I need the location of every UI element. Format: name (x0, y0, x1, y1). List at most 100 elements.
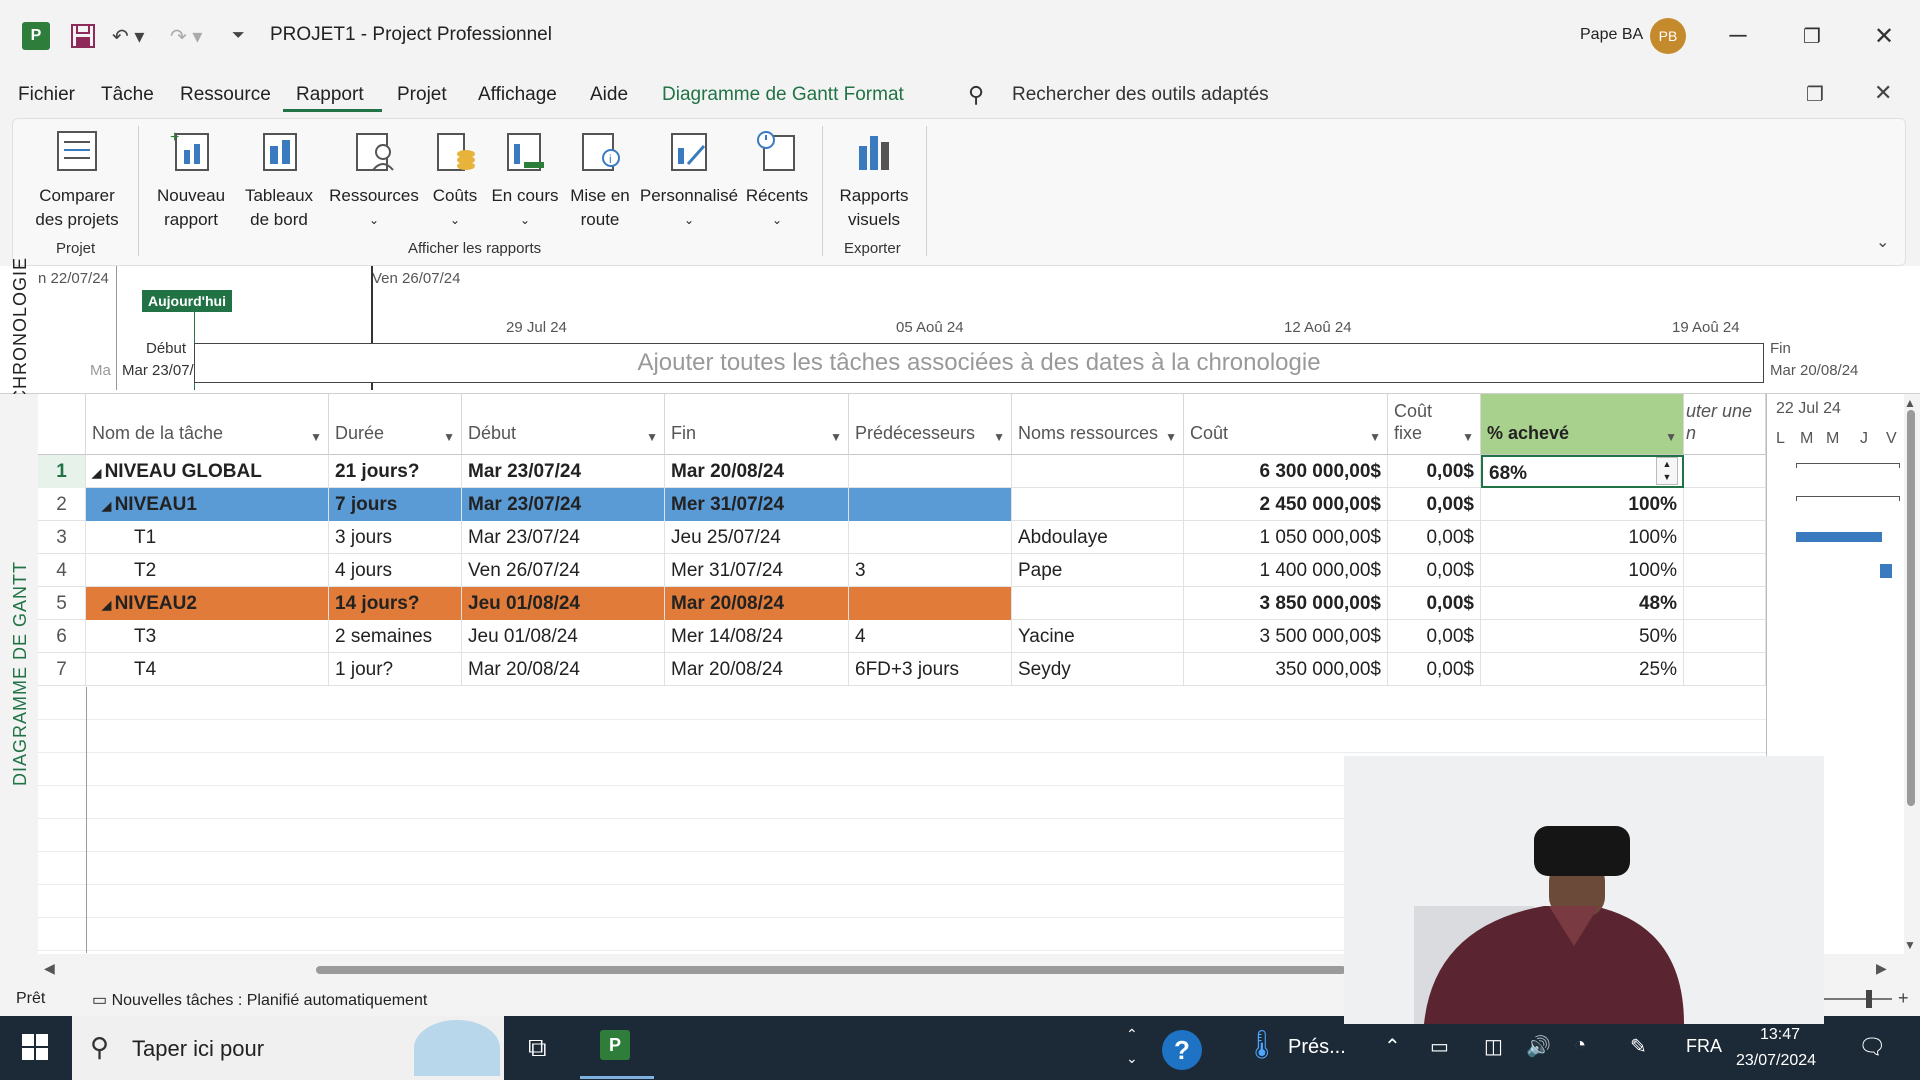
cost-cell[interactable]: 3 850 000,00$ (1184, 587, 1388, 620)
task-name-cell[interactable]: ◢ NIVEAU2 (86, 587, 329, 620)
taskbar-date[interactable]: 23/07/2024 (1736, 1052, 1816, 1070)
add-column-cell[interactable] (1684, 554, 1766, 587)
taskbar-project-icon[interactable]: P (600, 1030, 630, 1060)
zoom-slider-handle[interactable] (1866, 990, 1872, 1008)
row-id[interactable]: 3 (38, 521, 86, 554)
resources-cell[interactable]: Pape (1012, 554, 1184, 587)
cost-cell[interactable]: 1 400 000,00$ (1184, 554, 1388, 587)
cost-cell[interactable]: 1 050 000,00$ (1184, 521, 1388, 554)
end-cell[interactable]: Jeu 25/07/24 (665, 521, 849, 554)
column-header-duration[interactable]: Durée ▼ (329, 394, 462, 455)
save-icon[interactable] (70, 22, 96, 50)
start-cell[interactable]: Ven 26/07/24 (462, 554, 665, 587)
table-row[interactable]: 7 T4 1 jour? Mar 20/08/24 Mar 20/08/24 6… (38, 653, 1766, 686)
scroll-left-icon[interactable]: ◀ (44, 960, 55, 977)
row-id[interactable]: 1 (38, 455, 86, 488)
resources-cell[interactable] (1012, 455, 1184, 488)
task-name-cell[interactable]: ◢ NIVEAU1 (86, 488, 329, 521)
duration-cell[interactable]: 3 jours (329, 521, 462, 554)
row-id[interactable]: 6 (38, 620, 86, 653)
volume-icon[interactable]: 🔊 (1526, 1034, 1551, 1059)
duration-cell[interactable]: 14 jours? (329, 587, 462, 620)
end-cell[interactable]: Mer 31/07/24 (665, 488, 849, 521)
column-header-fixed-cost[interactable]: Coût fixe ▼ (1388, 394, 1481, 455)
network-icon[interactable]: ◔ (1574, 1034, 1586, 1057)
device-icon[interactable]: ◫ (1484, 1034, 1503, 1059)
select-all-corner[interactable] (38, 394, 86, 455)
table-row[interactable]: 2 ◢ NIVEAU1 7 jours Mar 23/07/24 Mer 31/… (38, 488, 1766, 521)
fixed-cost-cell[interactable]: 0,00$ (1388, 587, 1481, 620)
column-header-percent-complete[interactable]: % achevé ▼ (1481, 394, 1684, 455)
percent-complete-cell[interactable]: 48% (1481, 587, 1684, 620)
fixed-cost-cell[interactable]: 0,00$ (1388, 653, 1481, 686)
start-cell[interactable]: Mar 23/07/24 (462, 521, 665, 554)
collapse-ribbon-icon[interactable]: ⌄ (1876, 232, 1889, 252)
predecessors-cell[interactable] (849, 521, 1012, 554)
column-header-start[interactable]: Début ▼ (462, 394, 665, 455)
fixed-cost-cell[interactable]: 0,00$ (1388, 521, 1481, 554)
predecessors-cell[interactable] (849, 488, 1012, 521)
task-name-cell[interactable]: ◢ NIVEAU GLOBAL (86, 455, 329, 488)
vertical-scroll-thumb[interactable] (1907, 410, 1915, 806)
percent-complete-cell[interactable]: 100% (1481, 521, 1684, 554)
predecessors-cell[interactable]: 6FD+3 jours (849, 653, 1012, 686)
scroll-down-icon[interactable]: ▼ (1904, 938, 1916, 952)
duration-cell[interactable]: 2 semaines (329, 620, 462, 653)
task-name-cell[interactable]: T4 (86, 653, 329, 686)
resources-cell[interactable]: Seydy (1012, 653, 1184, 686)
duration-cell[interactable]: 21 jours? (329, 455, 462, 488)
percent-complete-editor[interactable]: 68% (1481, 455, 1684, 488)
start-cell[interactable]: Jeu 01/08/24 (462, 620, 665, 653)
tab-aide[interactable]: Aide (590, 84, 628, 106)
cost-cell[interactable]: 2 450 000,00$ (1184, 488, 1388, 521)
end-cell[interactable]: Mar 20/08/24 (665, 653, 849, 686)
taskbar-search-input[interactable]: Taper ici pour (132, 1036, 264, 1062)
end-cell[interactable]: Mer 31/07/24 (665, 554, 849, 587)
task-name-cell[interactable]: T2 (86, 554, 329, 587)
tab-gantt-format[interactable]: Diagramme de Gantt Format (662, 84, 904, 106)
cost-cell[interactable]: 350 000,00$ (1184, 653, 1388, 686)
zoom-in-icon[interactable]: + (1898, 988, 1909, 1009)
undo-icon[interactable]: ↶ ▾ (112, 22, 144, 50)
column-header-add-new[interactable]: uter une n (1684, 394, 1766, 455)
windows-start-icon[interactable] (22, 1034, 48, 1060)
task-name-cell[interactable]: T1 (86, 521, 329, 554)
taskbar-app-label[interactable]: Prés... (1288, 1036, 1346, 1059)
predecessors-cell[interactable]: 3 (849, 554, 1012, 587)
customize-toolbar-icon[interactable]: ⏷ (232, 22, 245, 50)
gantt-summary-bar[interactable] (1796, 463, 1900, 468)
restore-icon[interactable]: ❐ (1792, 18, 1832, 54)
column-header-cost[interactable]: Coût ▼ (1184, 394, 1388, 455)
notifications-icon[interactable]: 🗨 (1858, 1034, 1886, 1060)
gantt-task-bar[interactable] (1796, 532, 1882, 542)
add-column-cell[interactable] (1684, 455, 1766, 488)
pen-icon[interactable]: ✎ (1630, 1034, 1647, 1059)
predecessors-cell[interactable]: 4 (849, 620, 1012, 653)
close-icon[interactable]: ✕ (1864, 18, 1904, 54)
gantt-task-bar[interactable] (1880, 564, 1892, 578)
weather-icon[interactable]: 🌡 (1244, 1028, 1280, 1061)
scroll-right-icon[interactable]: ▶ (1876, 960, 1887, 977)
row-id[interactable]: 4 (38, 554, 86, 587)
gantt-summary-bar[interactable] (1796, 496, 1900, 501)
taskbar-time[interactable]: 13:47 (1760, 1026, 1800, 1044)
percent-complete-cell[interactable]: 25% (1481, 653, 1684, 686)
battery-icon[interactable]: ▭ (1430, 1034, 1449, 1059)
fixed-cost-cell[interactable]: 0,00$ (1388, 455, 1481, 488)
resources-cell[interactable]: Abdoulaye (1012, 521, 1184, 554)
new-report-button[interactable]: + Nouveau rapport (148, 128, 234, 232)
table-row[interactable]: 6 T3 2 semaines Jeu 01/08/24 Mer 14/08/2… (38, 620, 1766, 653)
column-header-name[interactable]: Nom de la tâche ▼ (86, 394, 329, 455)
collapse-icon[interactable]: ◢ (102, 499, 115, 513)
ribbon-display-icon[interactable]: ❐ (1806, 82, 1824, 107)
end-cell[interactable]: Mar 20/08/24 (665, 455, 849, 488)
percent-complete-cell[interactable]: 50% (1481, 620, 1684, 653)
hidden-icons-chevron[interactable]: ⌃ (1384, 1034, 1401, 1059)
resources-cell[interactable] (1012, 488, 1184, 521)
add-column-cell[interactable] (1684, 521, 1766, 554)
start-cell[interactable]: Mar 20/08/24 (462, 653, 665, 686)
cost-cell[interactable]: 6 300 000,00$ (1184, 455, 1388, 488)
fixed-cost-cell[interactable]: 0,00$ (1388, 620, 1481, 653)
duration-cell[interactable]: 7 jours (329, 488, 462, 521)
duration-cell[interactable]: 1 jour? (329, 653, 462, 686)
